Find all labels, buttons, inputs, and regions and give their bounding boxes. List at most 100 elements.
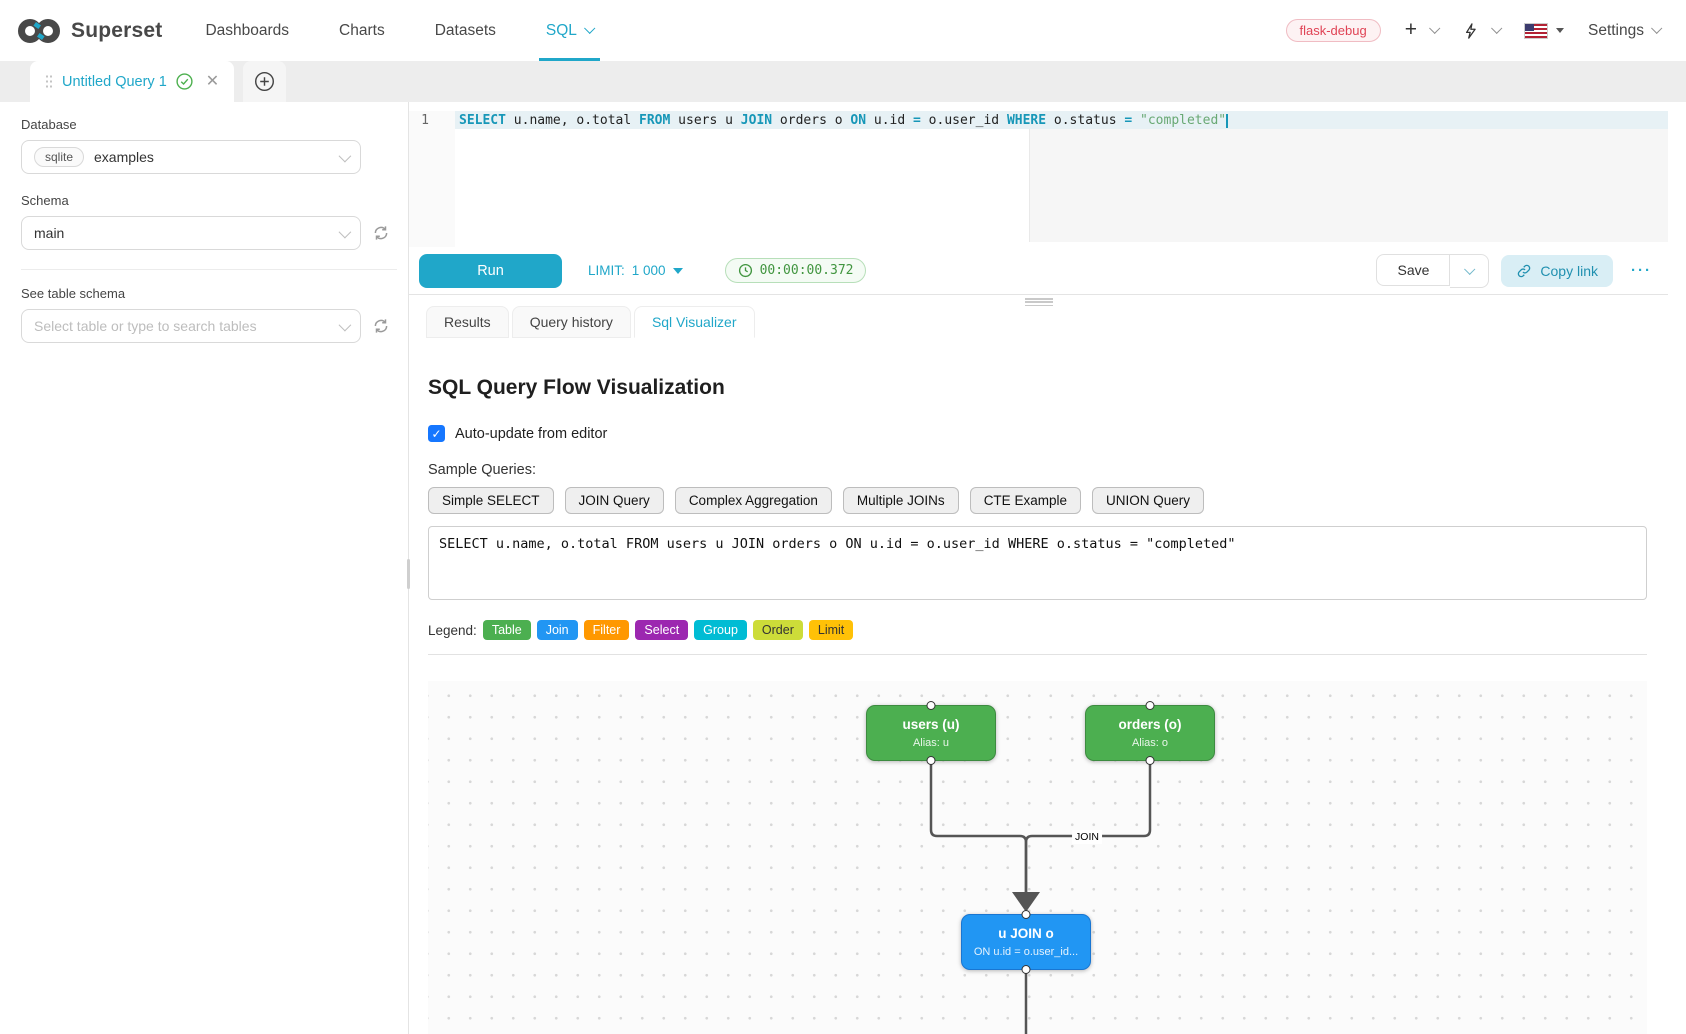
table-schema-label: See table schema (21, 286, 397, 301)
sample-button-multiple-joins[interactable]: Multiple JOINs (843, 487, 959, 514)
sql-editor[interactable]: 1 SELECT u.name, o.total FROM users u JO… (409, 111, 1668, 247)
sample-button-union-query[interactable]: UNION Query (1092, 487, 1204, 514)
refresh-schema-icon[interactable] (372, 224, 390, 242)
refresh-tables-icon[interactable] (372, 317, 390, 335)
flow-node-join[interactable]: u JOIN oON u.id = o.user_id... (961, 914, 1091, 970)
new-item-menu[interactable]: + (1405, 22, 1438, 40)
limit-value: 1 000 (632, 263, 666, 278)
node-handle-bottom[interactable] (927, 756, 936, 765)
nav-right: flask-debug + Settings (1286, 19, 1661, 42)
editor-print-margin (1029, 129, 1668, 242)
top-nav: Superset Dashboards Charts DatasetsSQL fla… (0, 0, 1686, 61)
node-handle-bottom[interactable] (1022, 965, 1031, 974)
tab-sql-visualizer[interactable]: Sql Visualizer (634, 306, 755, 338)
legend-chip-order: Order (753, 620, 803, 640)
auto-update-label: Auto-update from editor (455, 426, 607, 442)
flow-node-orders[interactable]: orders (o) Alias: o (1085, 705, 1215, 761)
database-value: examples (94, 149, 154, 165)
sql-token: = (1124, 113, 1132, 128)
limit-dropdown[interactable]: LIMIT: 1 000 (588, 263, 683, 278)
sql-input-textarea[interactable]: SELECT u.name, o.total FROM users u JOIN… (428, 526, 1647, 600)
nav-item-dashboards[interactable]: Dashboards (180, 0, 314, 61)
nav-item-label: Charts (339, 22, 385, 40)
database-select[interactable]: sqlite examples (21, 140, 361, 174)
us-flag-icon (1524, 23, 1548, 39)
node-handle-top[interactable] (1022, 910, 1031, 919)
flow-node-users[interactable]: users (u)Alias: u (866, 705, 996, 761)
sql-token: users u (670, 113, 740, 128)
panel-resize-handle[interactable] (407, 559, 410, 589)
sql-token: = (913, 113, 921, 128)
nav-item-sql[interactable]: SQL (521, 0, 618, 61)
schema-value: main (34, 225, 64, 241)
query-saved-check-icon (176, 73, 193, 90)
sql-token: o.status (1046, 113, 1124, 128)
editor-gutter: 1 (409, 111, 455, 247)
settings-menu[interactable]: Settings (1588, 22, 1660, 40)
close-icon[interactable]: ✕ (206, 74, 219, 90)
sample-button-simple-select[interactable]: Simple SELECT (428, 487, 554, 514)
main-panel: 1 SELECT u.name, o.total FROM users u JO… (409, 102, 1668, 1034)
query-tab-strip: Untitled Query 1 ✕ (0, 61, 1686, 102)
sql-visualizer-pane: SQL Query Flow Visualization Auto-update… (409, 338, 1647, 1034)
superset-brand[interactable]: Superset (16, 16, 162, 46)
query-search-menu[interactable] (1462, 21, 1500, 41)
node-handle-top[interactable] (927, 701, 936, 710)
content-divider (428, 654, 1647, 655)
sample-button-join-query[interactable]: JOIN Query (565, 487, 664, 514)
sample-button-complex-aggregation[interactable]: Complex Aggregation (675, 487, 832, 514)
chevron-down-icon (1491, 23, 1502, 34)
splitter-grip-icon (1025, 298, 1053, 308)
tab-query-history[interactable]: Query history (512, 306, 631, 338)
caret-down-icon (673, 268, 683, 274)
database-label: Database (21, 117, 397, 132)
query-tab[interactable]: Untitled Query 1 ✕ (30, 61, 234, 102)
sql-token (1132, 113, 1140, 128)
language-picker[interactable] (1524, 23, 1564, 39)
chevron-down-icon (1464, 263, 1475, 274)
table-select[interactable]: Select table or type to search tables (21, 309, 361, 343)
tab-results[interactable]: Results (426, 306, 509, 338)
sql-token: u.id (866, 113, 913, 128)
query-timer: 00:00:00.372 (725, 258, 867, 283)
node-title: u JOIN o (962, 926, 1090, 941)
flow-canvas[interactable]: JOIN users (u)Alias: uorders (o)Alias: o… (428, 681, 1647, 1034)
flow-edges (428, 681, 1647, 1034)
legend-row: Legend: TableJoinFilterSelectGroupOrderL… (428, 620, 1647, 640)
pane-splitter[interactable] (409, 295, 1668, 306)
new-tab-button[interactable] (243, 61, 286, 102)
sql-token: orders o (772, 113, 850, 128)
legend-chip-join: Join (537, 620, 578, 640)
node-handle-top[interactable] (1146, 701, 1155, 710)
edge-orders-join (1026, 761, 1150, 893)
schema-select[interactable]: main (21, 216, 361, 250)
legend-chip-group: Group (694, 620, 747, 640)
chevron-down-icon (1429, 23, 1440, 34)
nav-menu: Dashboards Charts DatasetsSQL (180, 0, 617, 61)
node-title: orders (o) (1086, 717, 1214, 732)
elapsed-time: 00:00:00.372 (760, 263, 854, 278)
sql-token: ON (850, 113, 866, 128)
node-subtitle: Alias: o (1086, 737, 1214, 749)
run-button[interactable]: Run (419, 254, 562, 288)
copy-link-button[interactable]: Copy link (1501, 255, 1613, 287)
save-options-button[interactable] (1450, 254, 1489, 288)
save-button[interactable]: Save (1376, 254, 1450, 286)
link-icon (1516, 263, 1532, 279)
chevron-down-icon (339, 318, 348, 334)
sample-queries-label: Sample Queries: (428, 462, 1647, 478)
nav-item-datasets[interactable]: Datasets (410, 0, 521, 61)
save-split-button: Save (1376, 254, 1489, 288)
sample-button-cte-example[interactable]: CTE Example (970, 487, 1081, 514)
chevron-down-icon (339, 225, 348, 241)
sql-token: JOIN (741, 113, 772, 128)
left-panel: Database sqlite examples Schema main (0, 102, 409, 1034)
brand-name: Superset (71, 19, 162, 43)
nav-item-charts[interactable]: Charts (314, 0, 410, 61)
plus-icon: + (1405, 19, 1417, 40)
drag-handle-icon[interactable] (45, 74, 53, 89)
lightning-icon (1462, 21, 1479, 41)
node-handle-bottom[interactable] (1146, 756, 1155, 765)
auto-update-checkbox[interactable] (428, 425, 445, 442)
more-options-button[interactable]: ··· (1625, 262, 1658, 279)
